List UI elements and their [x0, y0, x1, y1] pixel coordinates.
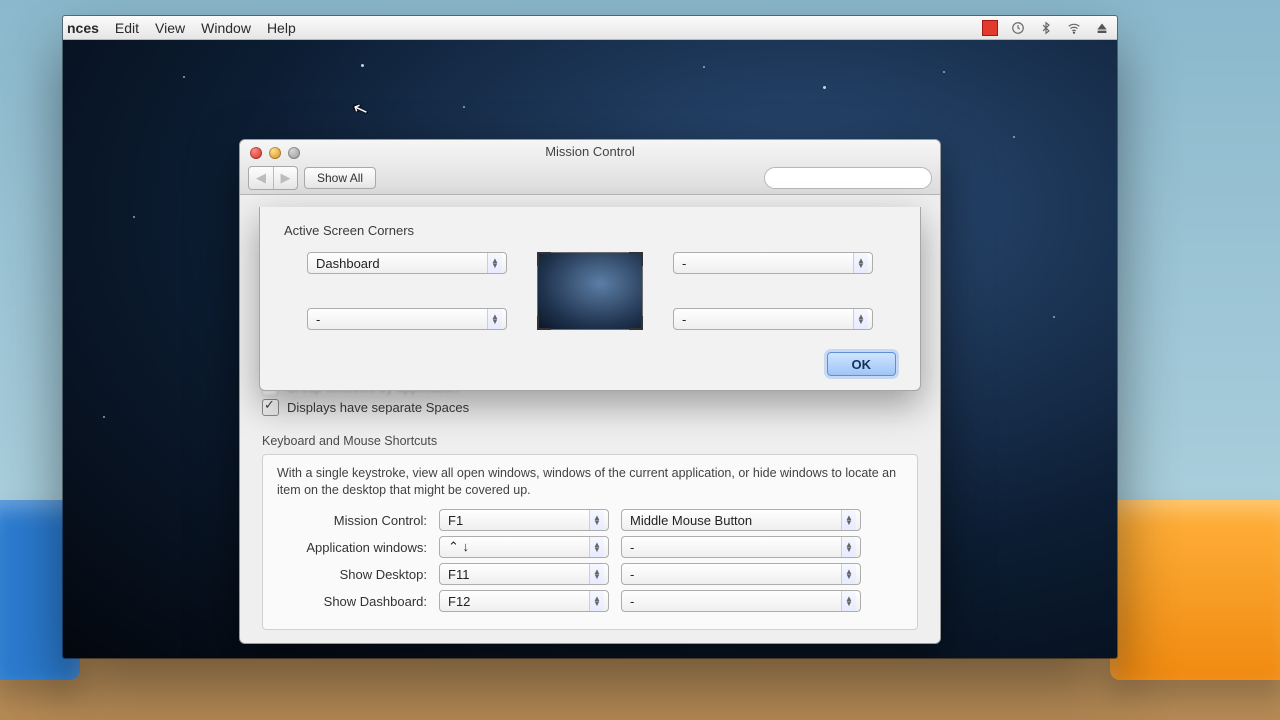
kb-help-text: With a single keystroke, view all open w…: [277, 465, 903, 499]
kb-key-popup[interactable]: F11 ▲▼: [439, 563, 609, 585]
menu-help[interactable]: Help: [267, 20, 296, 36]
corner-top-left-popup[interactable]: Dashboard ▲▼: [307, 252, 507, 274]
titlebar[interactable]: Mission Control ◀ ▶ Show All: [240, 140, 940, 195]
menubar-extras: [983, 21, 1109, 35]
kb-row-mission-control: Mission Control: F1 ▲▼ Middle Mouse Butt…: [277, 509, 903, 531]
kb-mouse-popup[interactable]: - ▲▼: [621, 536, 861, 558]
displays-separate-spaces-checkbox[interactable]: [262, 399, 279, 416]
kb-label: Application windows:: [277, 540, 427, 555]
mac-screen: nces Edit View Window Help: [63, 16, 1117, 658]
forward-button[interactable]: ▶: [273, 167, 297, 189]
orange-block: [1110, 500, 1280, 680]
hot-corners-grid: Dashboard ▲▼ - ▲▼ -: [284, 248, 896, 334]
timemachine-icon[interactable]: [1011, 21, 1025, 35]
menu-view[interactable]: View: [155, 20, 185, 36]
menubar: nces Edit View Window Help: [63, 16, 1117, 40]
sheet-buttons: OK: [284, 352, 896, 376]
kb-row-show-dashboard: Show Dashboard: F12 ▲▼ - ▲▼: [277, 590, 903, 612]
show-all-button[interactable]: Show All: [304, 167, 376, 189]
hot-corners-sheet: Active Screen Corners Dashboard ▲▼ -: [259, 207, 921, 391]
back-button[interactable]: ◀: [249, 167, 273, 189]
kb-groupbox: With a single keystroke, view all open w…: [262, 454, 918, 630]
nav-segmented: ◀ ▶: [248, 166, 298, 190]
stage: nces Edit View Window Help: [0, 0, 1280, 720]
ok-button[interactable]: OK: [827, 352, 897, 376]
bluetooth-icon[interactable]: [1039, 21, 1053, 35]
wifi-icon[interactable]: [1067, 21, 1081, 35]
menu-edit[interactable]: Edit: [115, 20, 139, 36]
corner-top-right-popup[interactable]: - ▲▼: [673, 252, 873, 274]
search-input[interactable]: [775, 170, 934, 186]
preferences-window: Mission Control ◀ ▶ Show All Mission Con…: [239, 139, 941, 644]
window-title: Mission Control: [240, 144, 940, 159]
displays-separate-spaces-label: Displays have separate Spaces: [287, 400, 469, 415]
search-field[interactable]: [764, 167, 932, 189]
kb-mouse-popup[interactable]: Middle Mouse Button ▲▼: [621, 509, 861, 531]
app-name[interactable]: nces: [67, 20, 99, 36]
menu-window[interactable]: Window: [201, 20, 251, 36]
kb-row-app-windows: Application windows: ⌃ ↓ ▲▼ - ▲▼: [277, 536, 903, 558]
corner-bottom-left-popup[interactable]: - ▲▼: [307, 308, 507, 330]
display-preview: [537, 252, 643, 330]
kb-label: Show Dashboard:: [277, 594, 427, 609]
eject-icon[interactable]: [1095, 21, 1109, 35]
sheet-heading: Active Screen Corners: [284, 223, 896, 238]
toolbar: ◀ ▶ Show All: [248, 165, 932, 191]
kb-mouse-popup[interactable]: - ▲▼: [621, 563, 861, 585]
cursor-icon: ↖: [350, 97, 371, 122]
kb-key-popup[interactable]: ⌃ ↓ ▲▼: [439, 536, 609, 558]
kb-mouse-popup[interactable]: - ▲▼: [621, 590, 861, 612]
corner-bottom-right-popup[interactable]: - ▲▼: [673, 308, 873, 330]
kb-label: Show Desktop:: [277, 567, 427, 582]
kb-key-popup[interactable]: F1 ▲▼: [439, 509, 609, 531]
displays-separate-spaces-row: Displays have separate Spaces: [262, 399, 918, 416]
kb-row-show-desktop: Show Desktop: F11 ▲▼ - ▲▼: [277, 563, 903, 585]
kb-key-popup[interactable]: F12 ▲▼: [439, 590, 609, 612]
kb-section-label: Keyboard and Mouse Shortcuts: [262, 434, 918, 448]
recording-icon[interactable]: [983, 21, 997, 35]
kb-label: Mission Control:: [277, 513, 427, 528]
